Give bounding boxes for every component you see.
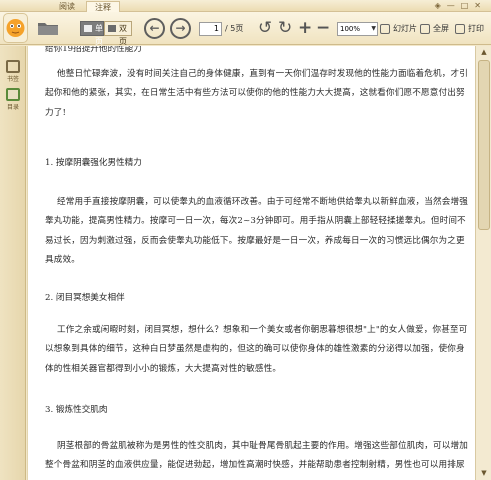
- chevron-down-icon: ▼: [371, 25, 376, 32]
- fullscreen-button[interactable]: 全屏: [420, 22, 449, 36]
- contents-icon: [6, 88, 20, 101]
- single-page-button[interactable]: 单页: [80, 21, 104, 46]
- doc-title: 给你19招提升他的性能力: [45, 46, 142, 54]
- zoom-in-icon[interactable]: +: [298, 19, 312, 37]
- slideshow-button[interactable]: 幻灯片: [380, 22, 417, 36]
- minimize-icon[interactable]: —: [447, 1, 461, 10]
- pin-icon[interactable]: ◈: [435, 1, 447, 10]
- arrow-right-icon: →: [175, 21, 186, 35]
- paragraph: 他整日忙碌奔波，没有时间关注自己的身体健康，直到有一天你们温存时发现他的性能力面…: [45, 69, 468, 118]
- page-total: / 5页: [225, 24, 244, 33]
- vertical-scrollbar[interactable]: ▲ ▼: [475, 46, 491, 480]
- sidebar-item-contents[interactable]: 目录: [3, 88, 23, 111]
- zoom-out-icon[interactable]: −: [316, 19, 330, 37]
- tab-read[interactable]: 阅读: [50, 1, 84, 12]
- printer-icon: [455, 24, 465, 34]
- prev-page-button[interactable]: ←: [144, 18, 165, 39]
- sidebar-item-bookmarks[interactable]: 书签: [3, 60, 23, 83]
- double-page-button[interactable]: 双页: [104, 21, 132, 46]
- tab-strip: 阅读 注释 ◈—□✕: [0, 0, 491, 12]
- scroll-down-icon[interactable]: ▼: [477, 467, 491, 480]
- scrollbar-thumb[interactable]: [478, 60, 490, 230]
- paragraph: 经常用手直接按摩阴囊，可以使睾丸的血液循环改善。由于可经常不断地供给睾丸以新鲜血…: [45, 197, 468, 265]
- section-heading: 3. 锻炼性交肌肉: [45, 405, 108, 415]
- arrow-left-icon: ←: [149, 21, 160, 35]
- fullscreen-icon: [420, 24, 430, 34]
- section-heading: 2. 闭目冥想美女相伴: [45, 293, 125, 303]
- rotate-left-icon[interactable]: ↺: [258, 19, 272, 37]
- next-page-button[interactable]: →: [170, 18, 191, 39]
- page-number-input[interactable]: 1: [199, 22, 222, 36]
- paragraph: 阴茎根部的骨盆肌被称为是男性的性交肌肉，其中耻骨尾骨肌起主要的作用。增强这些部位…: [45, 441, 468, 471]
- rotate-right-icon[interactable]: ↻: [278, 19, 292, 37]
- section-heading: 1. 按摩阴囊强化男性精力: [45, 158, 142, 168]
- single-page-icon: [84, 25, 92, 32]
- scroll-up-icon[interactable]: ▲: [477, 46, 491, 59]
- print-button[interactable]: 打印: [455, 22, 484, 36]
- open-folder-icon[interactable]: [37, 20, 59, 36]
- toolbar: 单页 双页 ← → 1 / 5页 ↺ ↻ + − 100% ▼ 幻灯片 全屏 打…: [0, 12, 491, 46]
- maximize-icon[interactable]: □: [461, 1, 475, 10]
- paragraph: 工作之余或闲暇时刻，闭目冥想，想什么？想象和一个美女或者你朝思暮想很想"上"的女…: [45, 325, 468, 374]
- double-page-icon: [108, 25, 116, 32]
- document-page: 给你19招提升他的性能力 他整日忙碌奔波，没有时间关注自己的身体健康，直到有一天…: [27, 46, 475, 480]
- slideshow-icon: [380, 24, 390, 34]
- close-icon[interactable]: ✕: [474, 1, 487, 10]
- app-logo-icon: [3, 13, 28, 43]
- bookmark-icon: [6, 60, 20, 73]
- sidebar: 书签 目录: [0, 46, 26, 480]
- zoom-select[interactable]: 100% ▼: [337, 22, 378, 36]
- tab-annotate[interactable]: 注释: [86, 1, 120, 12]
- window-controls: ◈—□✕: [435, 1, 487, 10]
